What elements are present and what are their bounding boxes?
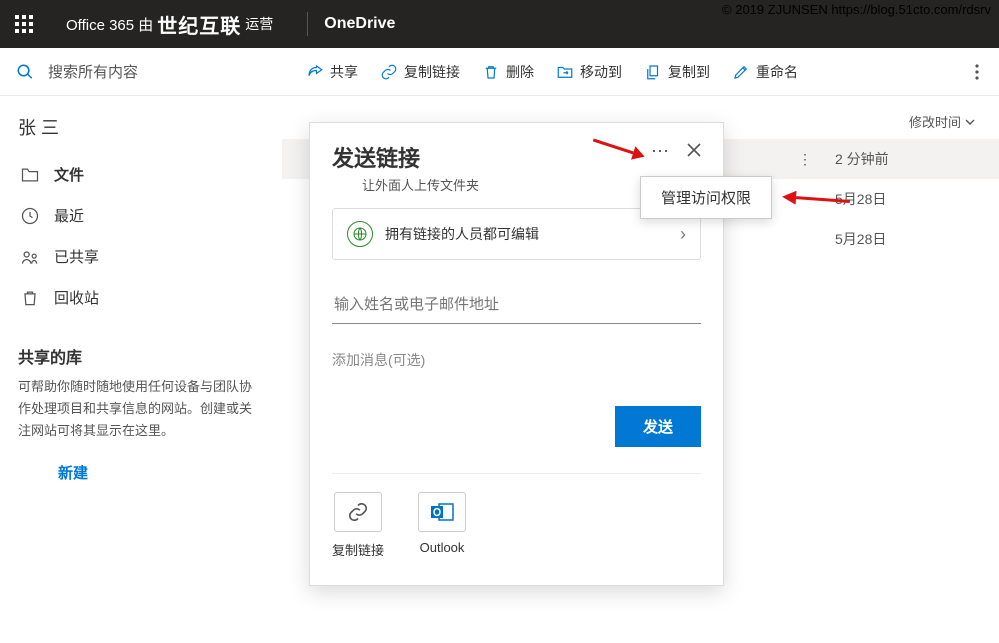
link-icon [334,492,382,532]
chevron-down-icon [965,117,975,127]
row-date: 5月28日 [835,189,975,209]
nav-item-shared[interactable]: 已共享 [0,236,282,277]
app-launcher-button[interactable] [0,0,48,48]
search-placeholder: 搜索所有内容 [48,61,138,82]
copyto-button[interactable]: 复制到 [644,62,710,82]
app-name: OneDrive [324,15,395,33]
share-button[interactable]: 共享 [306,62,358,82]
permission-text: 拥有链接的人员都可编辑 [385,224,668,244]
folder-icon [20,165,40,185]
waffle-icon [15,15,33,33]
more-vertical-icon [975,64,979,80]
shared-icon [20,247,40,267]
dialog-subtitle: 让外面人上传文件夹 [332,175,651,194]
message-input[interactable]: 添加消息(可选) [332,350,701,370]
moveto-label: 移动到 [580,62,622,82]
brand-operator: 世纪互联 [157,10,241,39]
nav-label: 已共享 [54,246,99,267]
close-icon [687,143,701,157]
delete-label: 删除 [506,62,534,82]
header-divider [307,12,308,36]
share-label: 共享 [330,62,358,82]
outlook-icon [418,492,466,532]
copylink-label: 复制链接 [404,62,460,82]
toolbar-more-button[interactable] [959,54,995,90]
user-name: 张 三 [0,96,282,154]
delete-button[interactable]: 删除 [482,62,534,82]
outlook-tile[interactable]: Outlook [418,492,466,559]
manage-access-tooltip[interactable]: 管理访问权限 [640,176,772,219]
dialog-close-button[interactable] [687,141,701,162]
nav-label: 回收站 [54,287,99,308]
link-icon [380,63,398,81]
nav-item-recycle[interactable]: 回收站 [0,277,282,318]
rename-label: 重命名 [756,62,798,82]
outlook-label: Outlook [420,540,465,555]
share-app-list: 复制链接 Outlook [332,492,701,559]
copyto-label: 复制到 [668,62,710,82]
search-input[interactable]: 搜索所有内容 [0,48,282,96]
row-date: 2 分钟前 [835,149,975,169]
nav-label: 最近 [54,205,84,226]
recipient-input[interactable] [332,286,701,324]
sidebar: 搜索所有内容 张 三 文件 最近 已共享 回收站 共享的库 可帮助你随时随地使用… [0,48,282,643]
copy-link-label: 复制链接 [332,540,384,559]
moveto-icon [556,63,574,81]
new-library-link[interactable]: 新建 [0,456,282,489]
brand-suffix: 运营 [245,14,273,34]
copy-link-tile[interactable]: 复制链接 [332,492,384,559]
copylink-button[interactable]: 复制链接 [380,62,460,82]
moveto-button[interactable]: 移动到 [556,62,622,82]
recent-icon [20,206,40,226]
command-bar: 共享 复制链接 删除 移动到 复制到 重命名 [282,48,999,96]
brand-prefix: Office 365 由 [66,14,153,35]
watermark-text: © 2019 ZJUNSEN https://blog.51cto.com/rd… [722,2,991,17]
column-modified[interactable]: 修改时间 [909,112,975,131]
globe-icon [347,221,373,247]
row-date: 5月28日 [835,229,975,249]
send-button[interactable]: 发送 [615,406,701,447]
row-more-button[interactable]: ⋮ [793,151,817,168]
nav-label: 文件 [54,164,84,185]
delete-icon [482,63,500,81]
dialog-title: 发送链接 [332,141,651,173]
copyto-icon [644,63,662,81]
rename-button[interactable]: 重命名 [732,62,798,82]
chevron-right-icon: › [680,224,686,245]
column-modified-label: 修改时间 [909,112,961,131]
nav-item-files[interactable]: 文件 [0,154,282,195]
dialog-more-button[interactable]: ⋯ [651,141,669,162]
recycle-icon [20,288,40,308]
brand-label: Office 365 由 世纪互联 运营 [48,0,291,48]
nav-item-recent[interactable]: 最近 [0,195,282,236]
shared-library-desc: 可帮助你随时随地使用任何设备与团队协作处理项目和共享信息的网站。创建或关注网站可… [0,376,282,456]
share-icon [306,63,324,81]
dialog-divider [332,473,701,474]
search-icon [16,63,34,81]
nav-list: 文件 最近 已共享 回收站 [0,154,282,318]
rename-icon [732,63,750,81]
shared-library-title: 共享的库 [0,318,282,376]
